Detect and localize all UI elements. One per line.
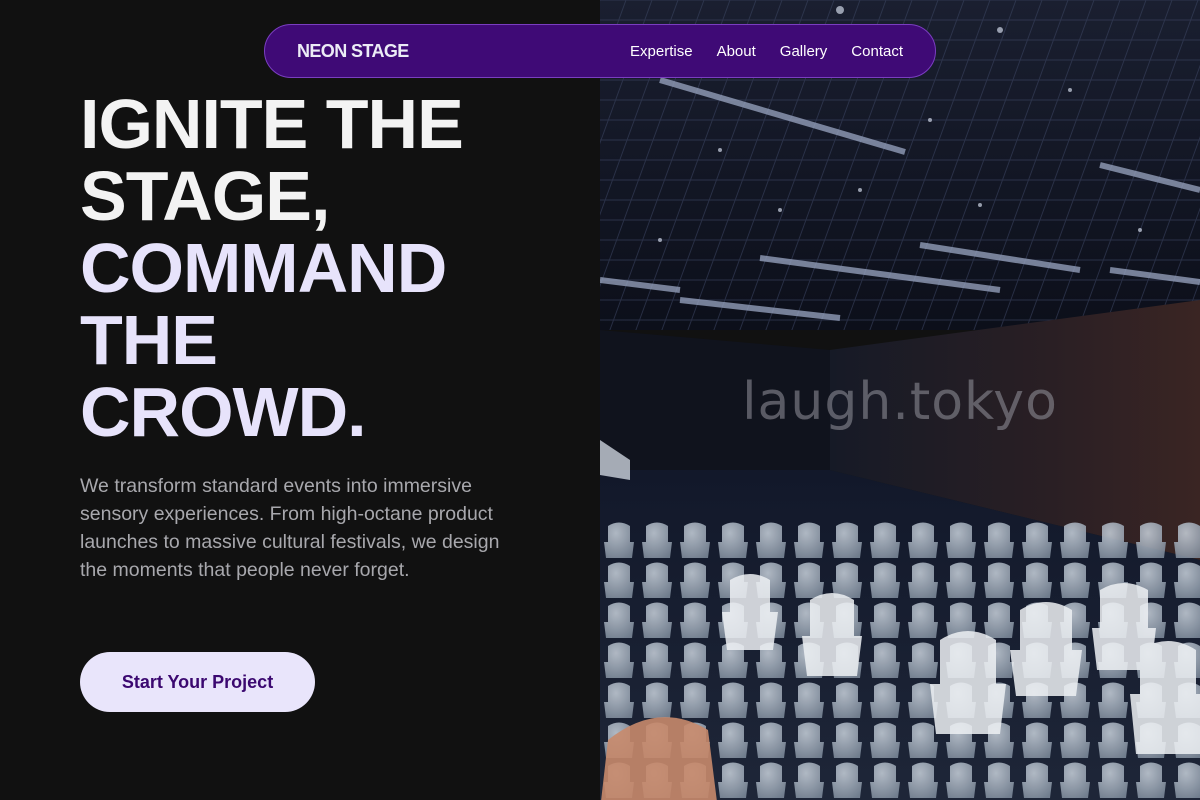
- hero-title-line-5: CROWD.: [80, 373, 367, 451]
- photo-watermark: laugh.tokyo: [742, 372, 1058, 432]
- nav-links: Expertise About Gallery Contact: [630, 43, 903, 60]
- hero-description: We transform standard events into immers…: [80, 475, 500, 581]
- hero-title-line-4: THE: [80, 301, 218, 379]
- top-navbar: NEON STAGE Expertise About Gallery Conta…: [264, 24, 936, 78]
- nav-link-gallery[interactable]: Gallery: [780, 43, 828, 60]
- nav-link-contact[interactable]: Contact: [851, 43, 903, 60]
- hero-title-line-3: COMMAND: [80, 229, 447, 307]
- hero-title: IGNITE THE STAGE, COMMAND THE CROWD.: [80, 88, 580, 448]
- hero-photo: laugh.tokyo: [600, 0, 1200, 800]
- nav-link-about[interactable]: About: [717, 43, 756, 60]
- nav-link-expertise[interactable]: Expertise: [630, 43, 693, 60]
- hero-title-line-1: IGNITE THE: [80, 85, 464, 163]
- start-project-button[interactable]: Start Your Project: [80, 652, 315, 712]
- brand-logo[interactable]: NEON STAGE: [297, 41, 409, 62]
- hero-section: IGNITE THE STAGE, COMMAND THE CROWD. We …: [0, 0, 600, 800]
- hero-title-line-2: STAGE,: [80, 157, 330, 235]
